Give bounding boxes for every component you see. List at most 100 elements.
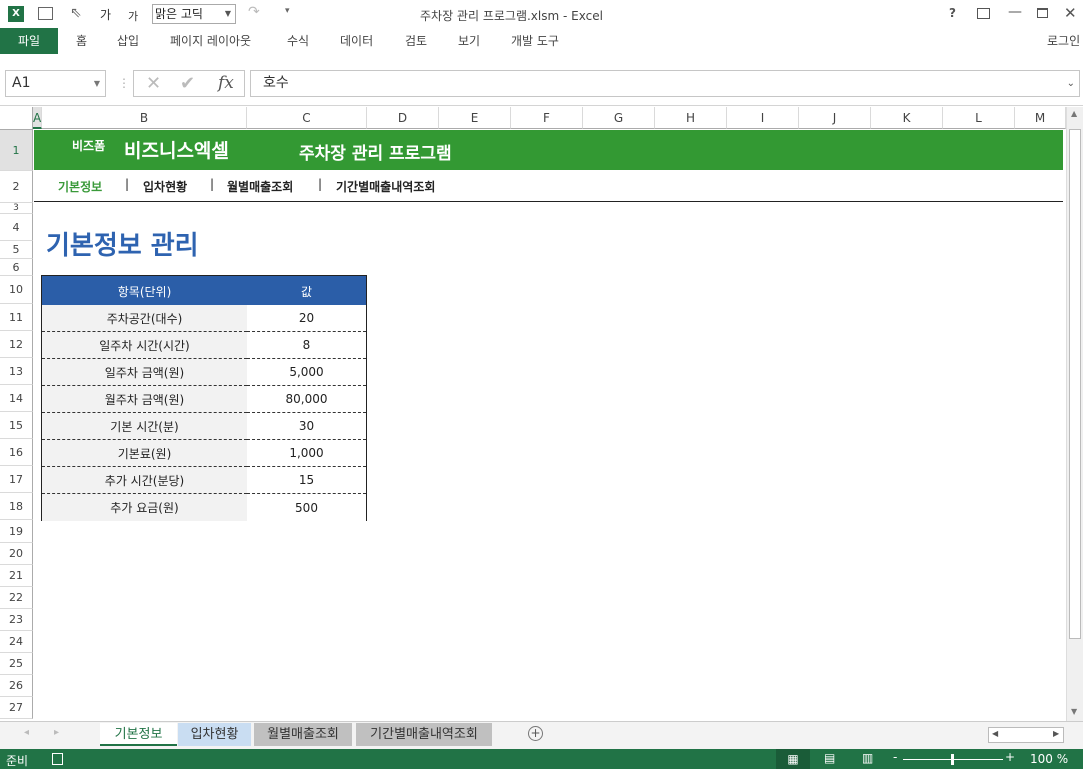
row-header[interactable]: 25 [0, 653, 33, 675]
row-header[interactable]: 18 [0, 493, 33, 520]
table-cell-item[interactable]: 주차공간(대수) [42, 305, 247, 332]
tab-page-layout[interactable]: 페이지 레이아웃 [170, 28, 251, 54]
column-header[interactable]: B [42, 107, 247, 129]
sheet-tab-period-sales[interactable]: 기간별매출내역조회 [356, 723, 492, 746]
cancel-icon[interactable]: ✕ [146, 73, 161, 94]
table-cell-value[interactable]: 1,000 [247, 440, 366, 467]
row-header[interactable]: 3 [0, 203, 33, 214]
table-cell-value[interactable]: 500 [247, 494, 366, 521]
sheet-tab-basic-info[interactable]: 기본정보 [100, 723, 177, 746]
table-cell-item[interactable]: 기본료(원) [42, 440, 247, 467]
table-cell-value[interactable]: 30 [247, 413, 366, 440]
tab-developer[interactable]: 개발 도구 [511, 28, 559, 54]
customize-qat-icon[interactable]: ▾ [285, 6, 290, 16]
prev-sheet-icon[interactable]: ◂ [24, 727, 29, 738]
row-header[interactable]: 16 [0, 439, 33, 466]
row-header[interactable]: 4 [0, 214, 33, 241]
font-select[interactable]: 맑은 고딕 ▼ [152, 4, 236, 24]
expand-formula-icon[interactable]: ⌄ [1067, 71, 1075, 96]
column-header[interactable]: H [655, 107, 727, 129]
column-header[interactable]: D [367, 107, 439, 129]
row-header[interactable]: 23 [0, 609, 33, 631]
row-header[interactable]: 27 [0, 697, 33, 719]
macro-record-icon[interactable] [52, 753, 63, 765]
table-cell-item[interactable]: 일주차 시간(시간) [42, 332, 247, 359]
page-layout-view-icon[interactable]: ▤ [824, 751, 835, 765]
formula-input[interactable]: 호수 ⌄ [250, 70, 1080, 97]
table-cell-item[interactable]: 추가 요금(원) [42, 494, 247, 521]
column-header[interactable]: M [1015, 107, 1066, 129]
column-header[interactable]: E [439, 107, 511, 129]
sheet-tab-monthly-sales[interactable]: 월별매출조회 [254, 723, 352, 746]
table-cell-item[interactable]: 월주차 금액(원) [42, 386, 247, 413]
next-sheet-icon[interactable]: ▸ [54, 727, 59, 738]
table-cell-value[interactable]: 20 [247, 305, 366, 332]
table-cell-item[interactable]: 추가 시간(분당) [42, 467, 247, 494]
scroll-right-icon[interactable]: ▶ [1053, 729, 1059, 738]
row-header[interactable]: 15 [0, 412, 33, 439]
pointer-icon[interactable]: ⇖ [70, 5, 82, 21]
tab-data[interactable]: 데이터 [340, 28, 373, 54]
name-box[interactable]: A1 ▼ [5, 70, 106, 97]
table-cell-item[interactable]: 기본 시간(분) [42, 413, 247, 440]
row-header[interactable]: 13 [0, 358, 33, 385]
font-grow-icon[interactable]: 가 [100, 6, 111, 23]
form-icon[interactable] [38, 7, 53, 20]
scroll-left-icon[interactable]: ◀ [992, 729, 998, 738]
login-link[interactable]: 로그인 [1047, 28, 1080, 54]
ribbon-display-icon[interactable] [977, 8, 990, 19]
table-cell-value[interactable]: 15 [247, 467, 366, 494]
row-header[interactable]: 17 [0, 466, 33, 493]
row-header[interactable]: 24 [0, 631, 33, 653]
zoom-out-icon[interactable]: - [893, 750, 897, 764]
scroll-up-icon[interactable]: ▲ [1071, 109, 1077, 118]
zoom-slider-thumb[interactable] [951, 754, 954, 765]
help-button[interactable]: ? [949, 6, 956, 20]
row-header[interactable]: 5 [0, 241, 33, 259]
row-header[interactable]: 10 [0, 276, 33, 304]
tab-insert[interactable]: 삽입 [117, 28, 139, 54]
zoom-slider[interactable] [903, 754, 1003, 765]
enter-icon[interactable]: ✔ [180, 73, 195, 94]
zoom-in-icon[interactable]: + [1005, 750, 1015, 764]
maximize-button[interactable] [1037, 8, 1048, 18]
row-header[interactable]: 22 [0, 587, 33, 609]
nav-period-sales[interactable]: 기간별매출내역조회 [336, 178, 435, 195]
font-shrink-icon[interactable]: 가 [128, 8, 138, 24]
row-header[interactable]: 14 [0, 385, 33, 412]
nav-monthly-sales[interactable]: 월별매출조회 [227, 178, 293, 195]
row-header[interactable]: 21 [0, 565, 33, 587]
column-header[interactable]: J [799, 107, 871, 129]
normal-view-icon[interactable]: ▦ [776, 749, 810, 769]
page-break-view-icon[interactable]: ▥ [862, 751, 873, 765]
insert-function-icon[interactable]: fx [218, 73, 234, 93]
redo-icon[interactable]: ↷ [248, 4, 260, 20]
column-header[interactable]: C [247, 107, 367, 129]
tab-formulas[interactable]: 수식 [287, 28, 309, 54]
column-header[interactable]: G [583, 107, 655, 129]
row-header[interactable]: 2 [0, 171, 33, 203]
close-button[interactable]: ✕ [1064, 4, 1077, 22]
row-header[interactable]: 26 [0, 675, 33, 697]
column-header[interactable]: I [727, 107, 799, 129]
table-cell-value[interactable]: 8 [247, 332, 366, 359]
nav-parking-status[interactable]: 입차현황 [143, 178, 187, 195]
select-all-corner[interactable] [0, 107, 33, 130]
column-header[interactable]: F [511, 107, 583, 129]
scroll-thumb[interactable] [1069, 129, 1081, 639]
zoom-level[interactable]: 100 % [1030, 752, 1068, 766]
table-cell-item[interactable]: 일주차 금액(원) [42, 359, 247, 386]
tab-file[interactable]: 파일 [0, 28, 58, 54]
vertical-scrollbar[interactable]: ▲ ▼ [1066, 107, 1083, 721]
row-header[interactable]: 11 [0, 304, 33, 331]
row-header[interactable]: 12 [0, 331, 33, 358]
horizontal-scrollbar[interactable]: ◀ ▶ [988, 727, 1064, 743]
column-header[interactable]: A [33, 107, 42, 129]
add-sheet-icon[interactable]: + [528, 726, 543, 741]
table-cell-value[interactable]: 80,000 [247, 386, 366, 413]
row-header[interactable]: 1 [0, 130, 33, 171]
sheet-tab-parking-status[interactable]: 입차현황 [178, 723, 251, 746]
scroll-down-icon[interactable]: ▼ [1071, 707, 1077, 716]
tab-review[interactable]: 검토 [405, 28, 427, 54]
minimize-button[interactable]: — [1008, 4, 1022, 20]
